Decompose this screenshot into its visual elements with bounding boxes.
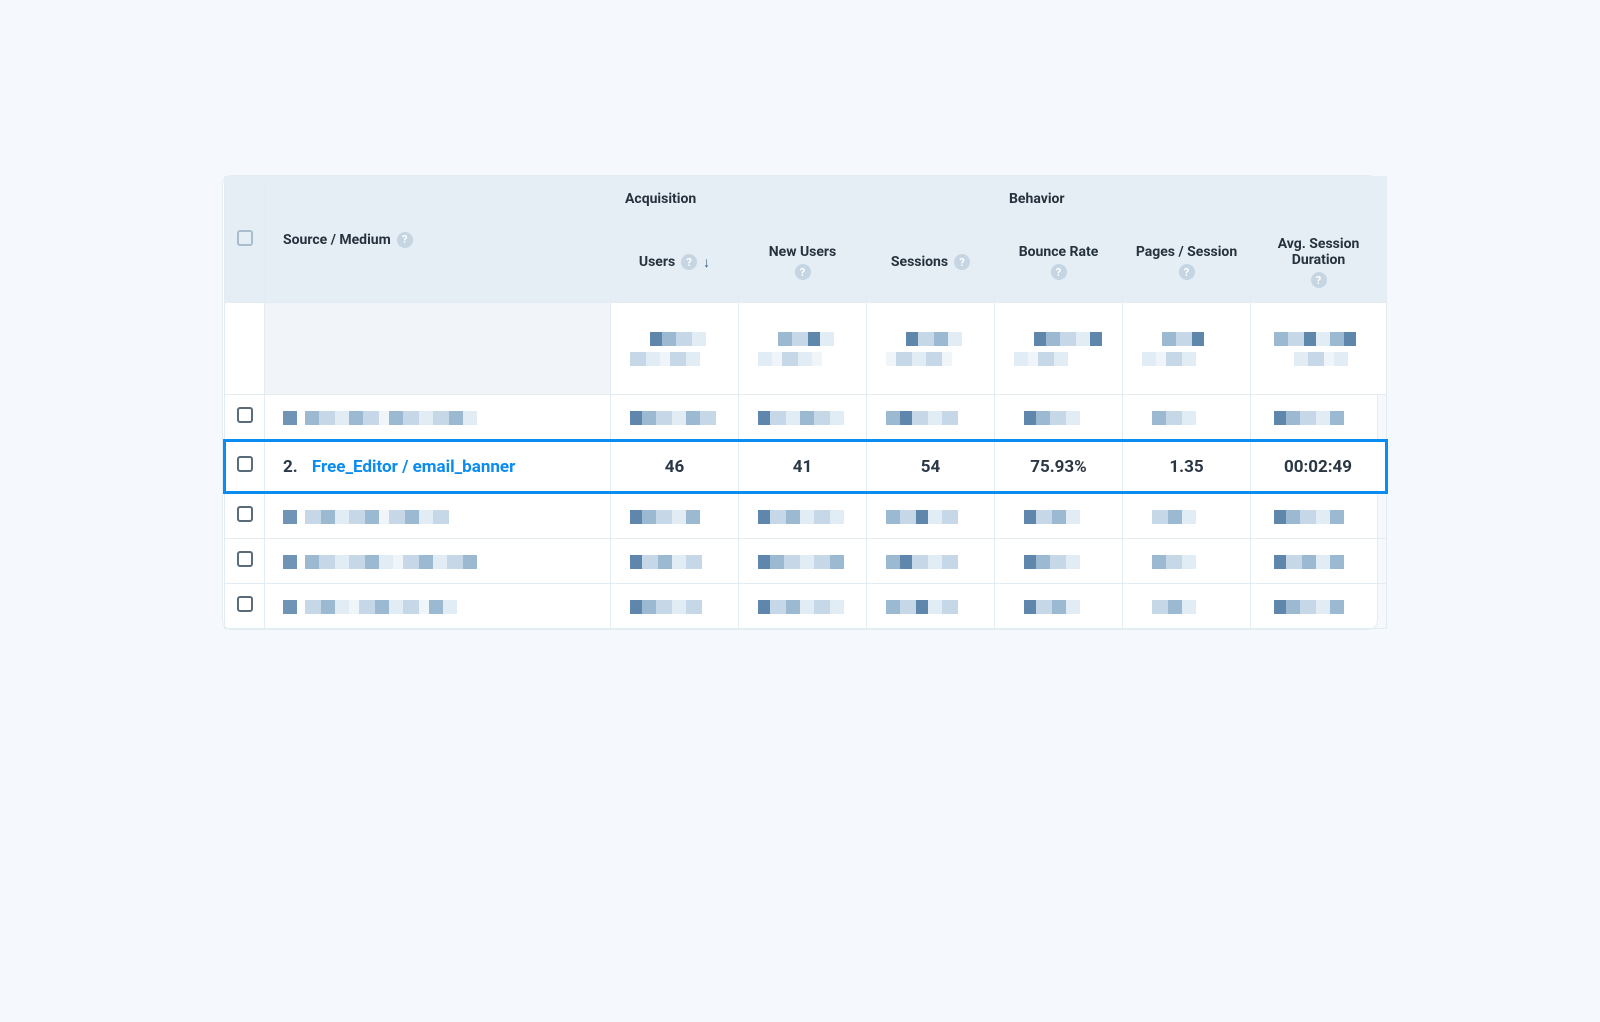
cell-new-users: 41 (739, 441, 867, 493)
col-new-users[interactable]: New Users ? (739, 222, 867, 303)
col-sessions-label: Sessions (891, 254, 948, 270)
redacted-value (995, 303, 1123, 395)
sort-desc-icon: ↓ (703, 254, 710, 271)
redacted-value (867, 493, 995, 539)
row-checkbox[interactable] (237, 506, 253, 522)
redacted-value (739, 303, 867, 395)
col-pages-session-label: Pages / Session (1136, 244, 1237, 260)
redacted-value (611, 493, 739, 539)
redacted-value (1123, 493, 1251, 539)
help-icon[interactable]: ? (954, 254, 970, 270)
group-acquisition: Acquisition (611, 177, 995, 222)
help-icon[interactable]: ? (1311, 272, 1327, 288)
redacted-value (995, 395, 1123, 441)
cell-sessions: 54 (867, 441, 995, 493)
help-icon[interactable]: ? (681, 254, 697, 270)
source-medium-link[interactable]: Free_Editor / email_banner (312, 457, 515, 477)
col-pages-session[interactable]: Pages / Session ? (1123, 222, 1251, 303)
redacted-value (739, 584, 867, 629)
col-new-users-label: New Users (769, 244, 837, 260)
redacted-value (611, 539, 739, 584)
col-users[interactable]: Users ? ↓ (611, 222, 739, 303)
table-row (225, 584, 1387, 629)
table-row-highlighted: 2. Free_Editor / email_banner 46 41 54 7… (225, 441, 1387, 493)
help-icon[interactable]: ? (1179, 264, 1195, 280)
redacted-value (1251, 539, 1387, 584)
row-checkbox[interactable] (237, 456, 253, 472)
cell-users: 46 (611, 441, 739, 493)
redacted-source (265, 584, 611, 629)
col-source-medium-label: Source / Medium (283, 232, 391, 248)
redacted-value (611, 584, 739, 629)
redacted-value (739, 395, 867, 441)
redacted-value (867, 395, 995, 441)
row-index: 2. (283, 457, 298, 477)
col-bounce-rate-label: Bounce Rate (1019, 244, 1099, 260)
redacted-value (1251, 584, 1387, 629)
row-checkbox[interactable] (237, 407, 253, 423)
row-checkbox[interactable] (237, 596, 253, 612)
cell-pages-session: 1.35 (1123, 441, 1251, 493)
group-behavior: Behavior (995, 177, 1387, 222)
redacted-value (867, 303, 995, 395)
summary-row (225, 303, 1387, 395)
cell-avg-session-duration: 00:02:49 (1251, 441, 1387, 493)
select-all-checkbox[interactable] (237, 230, 253, 246)
redacted-source (265, 493, 611, 539)
redacted-value (995, 584, 1123, 629)
redacted-value (611, 303, 739, 395)
help-icon[interactable]: ? (397, 232, 413, 248)
redacted-value (1123, 539, 1251, 584)
redacted-value (867, 539, 995, 584)
col-users-label: Users (639, 254, 675, 270)
redacted-source (265, 395, 611, 441)
col-avg-session-duration-label: Avg. Session Duration (1261, 236, 1376, 268)
redacted-value (739, 539, 867, 584)
redacted-value (1251, 493, 1387, 539)
redacted-value (995, 493, 1123, 539)
redacted-value (611, 395, 739, 441)
redacted-value (1251, 395, 1387, 441)
analytics-table: Source / Medium ? Acquisition Behavior U… (222, 175, 1378, 630)
row-checkbox[interactable] (237, 551, 253, 567)
col-bounce-rate[interactable]: Bounce Rate ? (995, 222, 1123, 303)
col-sessions[interactable]: Sessions ? (867, 222, 995, 303)
table-row (225, 539, 1387, 584)
table-row (225, 395, 1387, 441)
redacted-value (1123, 584, 1251, 629)
help-icon[interactable]: ? (1051, 264, 1067, 280)
redacted-value (1123, 395, 1251, 441)
cell-bounce-rate: 75.93% (995, 441, 1123, 493)
table-row (225, 493, 1387, 539)
col-source-medium[interactable]: Source / Medium ? (265, 177, 611, 303)
redacted-value (739, 493, 867, 539)
header-checkbox-cell (225, 177, 265, 303)
help-icon[interactable]: ? (795, 264, 811, 280)
redacted-value (867, 584, 995, 629)
col-avg-session-duration[interactable]: Avg. Session Duration ? (1251, 222, 1387, 303)
redacted-value (1123, 303, 1251, 395)
redacted-source (265, 539, 611, 584)
redacted-value (1251, 303, 1387, 395)
redacted-value (995, 539, 1123, 584)
